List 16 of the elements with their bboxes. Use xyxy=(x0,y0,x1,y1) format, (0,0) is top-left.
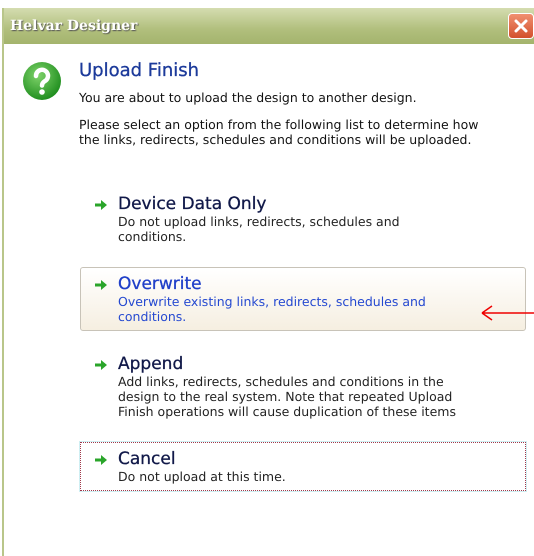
option-description: Add links, redirects, schedules and conditions in the design to the real system. Note that repeated Upload Finish operations will cause duplication of these items xyxy=(118,374,457,419)
option-title: Device Data Only xyxy=(118,194,268,214)
option-title: Cancel xyxy=(118,449,177,469)
option-button[interactable]: Device Data Only Do not upload links, redirects, schedules and conditions. xyxy=(80,187,526,251)
dialog-heading: Upload Finish xyxy=(79,60,200,81)
window-title: Helvar Designer xyxy=(10,18,138,34)
instruction-text: Please select an option from the following list to determine how the links, redirects, schedules and conditions will be uploaded. xyxy=(79,117,480,147)
option-title: Overwrite xyxy=(118,274,203,294)
option-button[interactable]: Cancel Do not upload at this time. xyxy=(80,442,526,491)
option-button[interactable]: Overwrite Overwrite existing links, redirects, schedules and conditions. xyxy=(80,267,526,331)
option-description: Do not upload at this time. xyxy=(118,469,287,484)
option-description: Do not upload links, redirects, schedules and conditions. xyxy=(118,214,401,244)
instruction-text: You are about to upload the design to another design. xyxy=(79,90,418,105)
option-title: Append xyxy=(118,354,184,374)
option-button[interactable]: Append Add links, redirects, schedules and conditions in the design to the real system. Note that repeated Upload Finish operations will cause duplication of these items xyxy=(80,347,526,426)
option-description: Overwrite existing links, redirects, schedules and conditions. xyxy=(118,294,427,324)
